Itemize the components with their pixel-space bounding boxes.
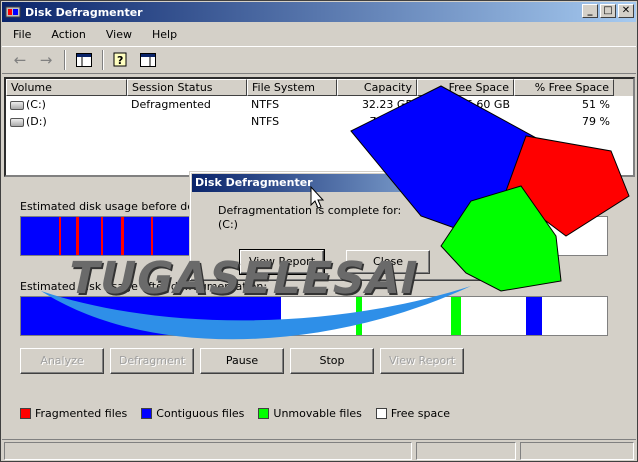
drive-icon (10, 117, 24, 127)
help-icon[interactable]: ? (110, 49, 134, 71)
svg-text:?: ? (117, 54, 123, 67)
volume-cell: (D:) (6, 113, 127, 130)
show-hide-tree-icon[interactable] (72, 49, 96, 71)
defrag-app-icon (5, 4, 21, 20)
column-volume[interactable]: Volume (6, 79, 127, 96)
back-arrow-icon[interactable]: ← (8, 49, 32, 71)
fragmented-segment (121, 217, 124, 255)
status-pane (416, 442, 516, 460)
properties-icon[interactable] (136, 49, 160, 71)
fragmented-segment (76, 217, 79, 255)
contiguous-segment (526, 217, 542, 255)
column-session-status[interactable]: Session Status (127, 79, 247, 96)
contiguous-segment (21, 217, 191, 255)
capacity-cell: 79.55 G (369, 115, 413, 128)
dialog-message: Defragmentation is complete for: (C:) (218, 204, 402, 231)
volume-row[interactable]: (D:) NTFS 79.55 G 79 % (6, 113, 633, 130)
forward-arrow-icon[interactable]: → (34, 49, 58, 71)
title-bar[interactable]: Disk Defragmenter _ □ ✕ (2, 2, 636, 22)
maximize-button[interactable]: □ (600, 4, 616, 18)
toolbar-separator (64, 50, 66, 70)
unmovable-segment (451, 297, 461, 335)
volume-list[interactable]: Volume Session Status File System Capaci… (4, 77, 635, 177)
fs-cell: NTFS (251, 115, 280, 128)
status-bar (2, 439, 636, 461)
volume-row[interactable]: (C:) Defragmented NTFS 32.23 GB 16.60 GB… (6, 96, 633, 113)
watermark-logo: TUGASELESAI (63, 253, 424, 304)
menu-view[interactable]: View (95, 28, 141, 41)
window-title: Disk Defragmenter (25, 5, 143, 19)
pct-free-cell: 51 % (582, 98, 610, 111)
disk-defragmenter-window: Disk Defragmenter _ □ ✕ File Action View… (0, 0, 638, 462)
stop-button[interactable]: Stop (290, 348, 374, 374)
pct-free-cell: 79 % (582, 115, 610, 128)
toolbar: ← → ? (2, 46, 636, 74)
legend-contiguous: Contiguous files (141, 407, 244, 420)
fragmented-segment (101, 217, 103, 255)
unmovable-swatch (258, 408, 270, 419)
defragment-button[interactable]: Defragment (110, 348, 194, 374)
analyze-button[interactable]: Analyze (20, 348, 104, 374)
drive-icon (10, 100, 24, 110)
fragmented-segment (151, 217, 153, 255)
free-space-cell (417, 113, 514, 130)
legend-free-space: Free space (375, 407, 450, 420)
toolbar-separator (102, 50, 104, 70)
pause-button[interactable]: Pause (200, 348, 284, 374)
legend-fragmented: Fragmented files (20, 407, 127, 420)
volume-cell: (C:) (6, 96, 127, 113)
minimize-button[interactable]: _ (582, 4, 598, 18)
column-capacity[interactable]: Capacity (337, 79, 417, 96)
status-pane (520, 442, 634, 460)
dialog-title[interactable]: Disk Defragmenter (192, 174, 506, 192)
menu-bar: File Action View Help (2, 24, 186, 44)
close-button[interactable]: ✕ (618, 4, 634, 18)
capacity-cell: 32.23 GB (361, 98, 413, 111)
column-free-space[interactable]: Free Space (417, 79, 514, 96)
contiguous-segment (526, 297, 542, 335)
status-cell: Defragmented (131, 98, 211, 111)
fs-cell: NTFS (251, 98, 280, 111)
free-space-swatch (375, 408, 387, 419)
legend-unmovable: Unmovable files (258, 407, 362, 420)
menu-file[interactable]: File (2, 28, 40, 41)
status-cell (127, 113, 247, 130)
fragmented-segment (59, 217, 61, 255)
column-pct-free-space[interactable]: % Free Space (514, 79, 614, 96)
menu-action[interactable]: Action (40, 28, 94, 41)
column-file-system[interactable]: File System (247, 79, 337, 96)
contiguous-swatch (141, 408, 153, 419)
view-report-button[interactable]: View Report (380, 348, 464, 374)
menu-help[interactable]: Help (141, 28, 186, 41)
fragmented-swatch (20, 408, 31, 419)
volume-list-header: Volume Session Status File System Capaci… (6, 79, 633, 96)
status-pane (4, 442, 412, 460)
legend: Fragmented files Contiguous files Unmova… (20, 407, 460, 420)
free-space-cell: 16.60 GB (458, 98, 510, 111)
